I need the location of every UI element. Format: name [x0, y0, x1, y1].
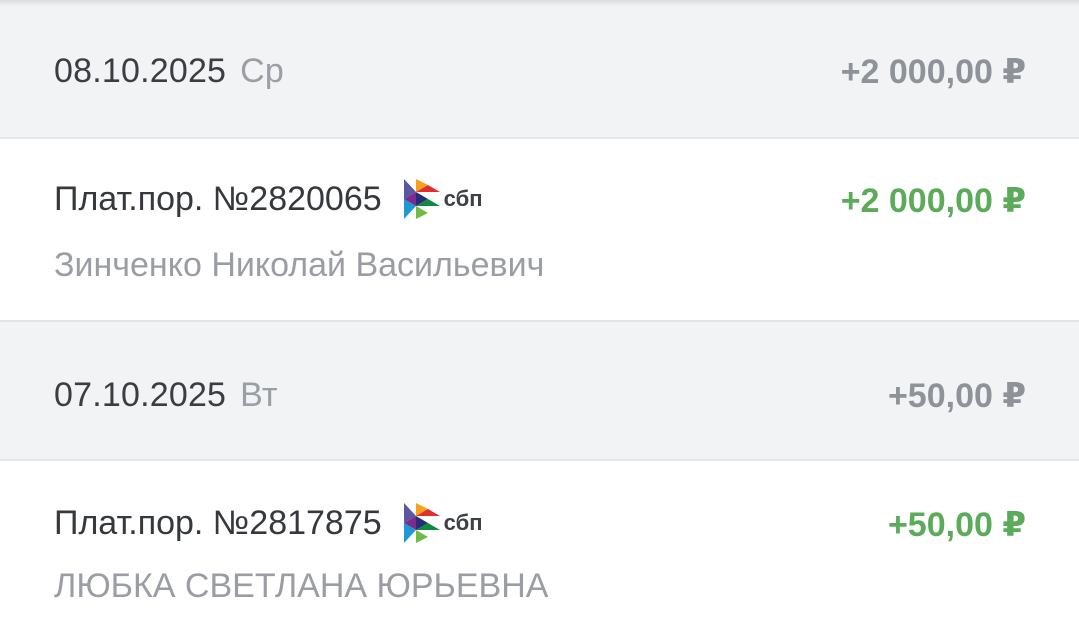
day-total: +2 000,00 ₽	[840, 53, 1026, 91]
transaction-title: Плат.пор. №2817875 сбп	[54, 501, 482, 545]
date-label: 07.10.2025 Вт	[54, 376, 278, 415]
sbp-logo-icon	[403, 179, 440, 219]
transaction-amount: +50,00 ₽	[887, 506, 1026, 544]
transaction-item[interactable]: Плат.пор. №2817875 сбп +50,00 ₽ ЛЮБКА СВ…	[0, 461, 1079, 641]
day-total: +50,00 ₽	[887, 377, 1026, 415]
weekday-label: Ср	[240, 52, 285, 90]
transaction-title: Плат.пор. №2820065 сбп	[54, 177, 482, 221]
weekday-label: Вт	[240, 376, 278, 414]
date-header: 08.10.2025 Ср +2 000,00 ₽	[0, 0, 1079, 139]
sbp-badge: сбп	[402, 501, 483, 545]
transaction-amount: +2 000,00 ₽	[840, 182, 1026, 220]
top-shadow	[0, 0, 1079, 6]
transaction-document: Плат.пор. №2817875	[54, 503, 382, 542]
date-label: 08.10.2025 Ср	[54, 52, 284, 91]
date-value: 08.10.2025	[54, 52, 227, 90]
sbp-logo-icon	[403, 503, 440, 543]
sbp-label: сбп	[443, 510, 483, 535]
transaction-document: Плат.пор. №2820065	[54, 179, 382, 218]
sbp-label: сбп	[443, 186, 483, 211]
sbp-badge: сбп	[402, 177, 483, 221]
transaction-counterparty: ЛЮБКА СВЕТЛАНА ЮРЬЕВНА	[54, 567, 549, 605]
transactions-list: 08.10.2025 Ср +2 000,00 ₽ Плат.пор. №2820…	[0, 0, 1079, 641]
transaction-item[interactable]: Плат.пор. №2820065 сбп +2 000,00 ₽ Зинче…	[0, 139, 1079, 322]
date-header: 07.10.2025 Вт +50,00 ₽	[0, 322, 1079, 461]
transaction-counterparty: Зинченко Николай Васильевич	[54, 246, 545, 284]
date-value: 07.10.2025	[54, 376, 227, 414]
